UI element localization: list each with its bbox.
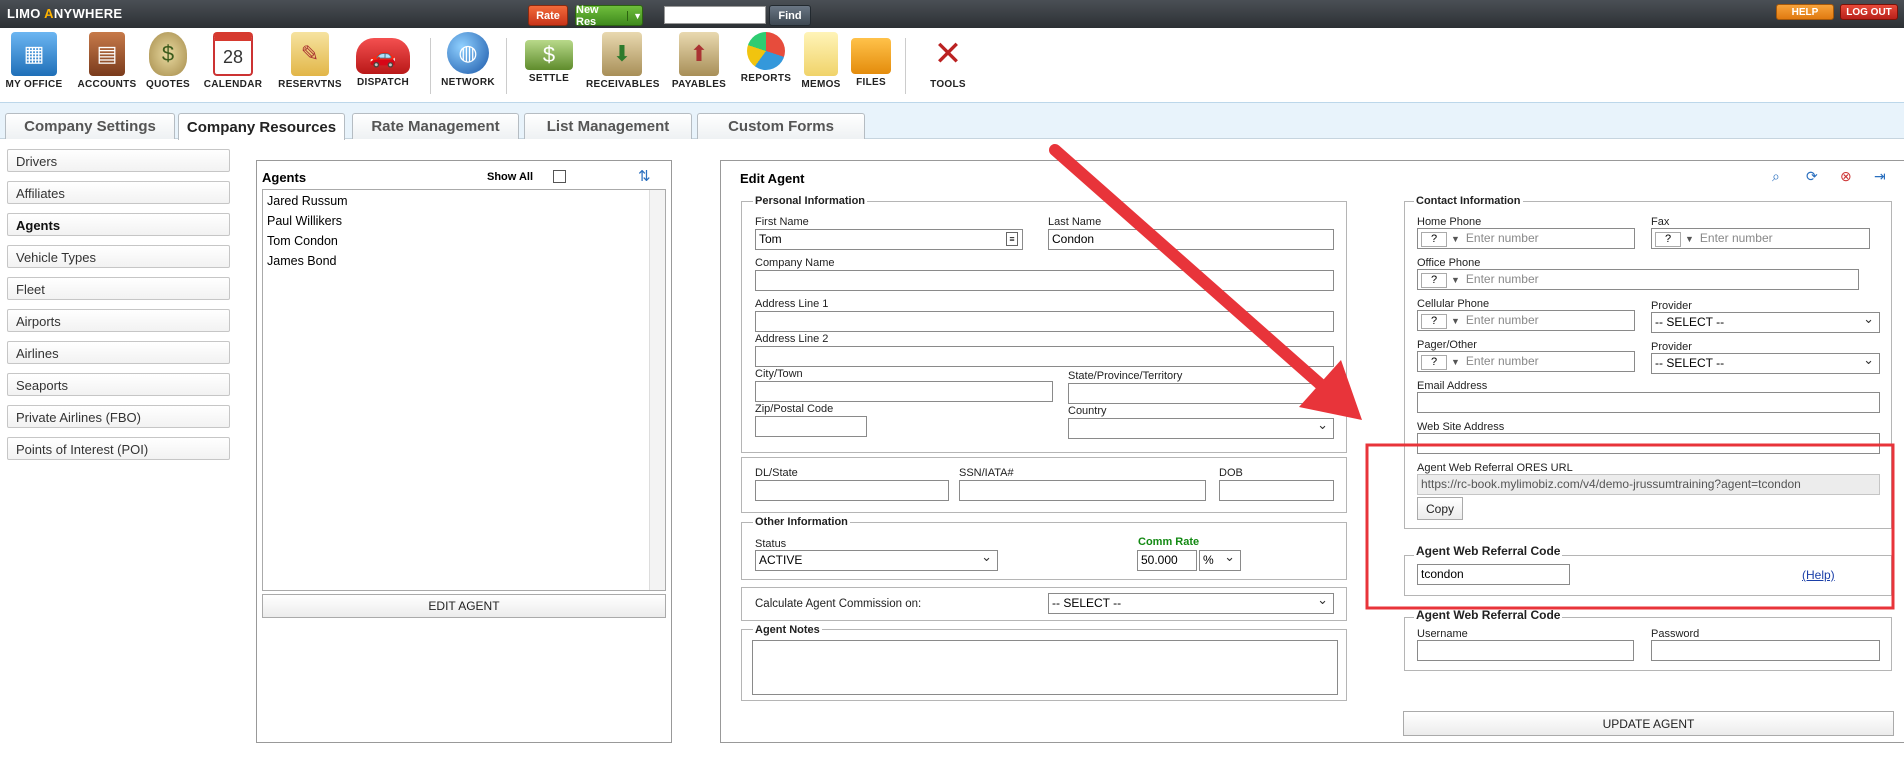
highlight-box (1365, 443, 1895, 610)
annotation-overlay (1049, 144, 1895, 610)
annotation-arrow-shaft (1049, 144, 1326, 390)
